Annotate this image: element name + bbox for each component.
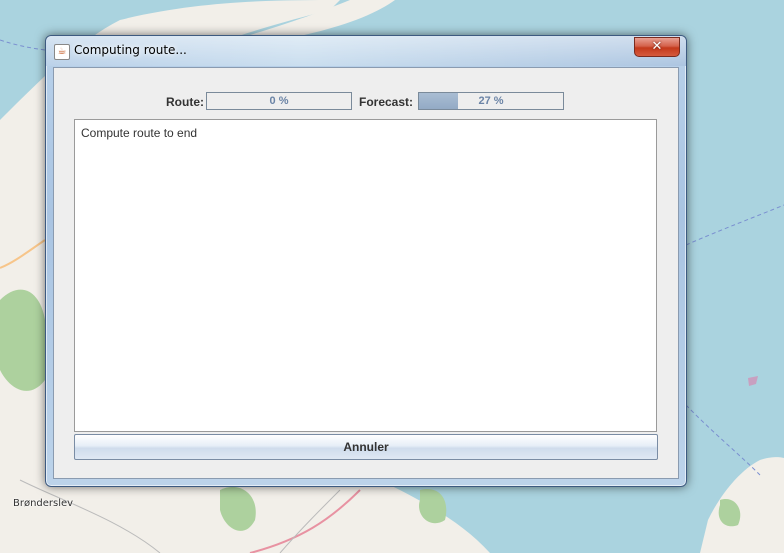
forest-1 [0,289,45,391]
route-progress-text: 0 % [269,95,289,107]
java-app-icon: ☕ [54,44,70,60]
log-text-area[interactable]: Compute route to end [74,119,657,432]
title-bar[interactable]: ☕ Computing route... ✕ [46,36,686,66]
map-place-label: Brønderslev [13,498,74,509]
route-label: Route: [166,95,204,109]
window-title: Computing route... [74,43,187,57]
log-text: Compute route to end [81,126,198,140]
forecast-progress-text: 27 % [478,95,504,107]
cancel-button[interactable]: Annuler [74,434,658,460]
close-icon: ✕ [651,39,663,54]
dialog-content: Route: 0 % Forecast: 27 % Compute route … [53,67,679,479]
compute-route-dialog[interactable]: ☕ Computing route... ✕ Route: 0 % Foreca… [45,35,687,487]
forecast-label: Forecast: [359,95,414,109]
close-button[interactable]: ✕ [634,37,680,57]
route-progress-bar: 0 % [206,92,352,110]
forecast-progress-bar: 27 % [418,92,564,110]
